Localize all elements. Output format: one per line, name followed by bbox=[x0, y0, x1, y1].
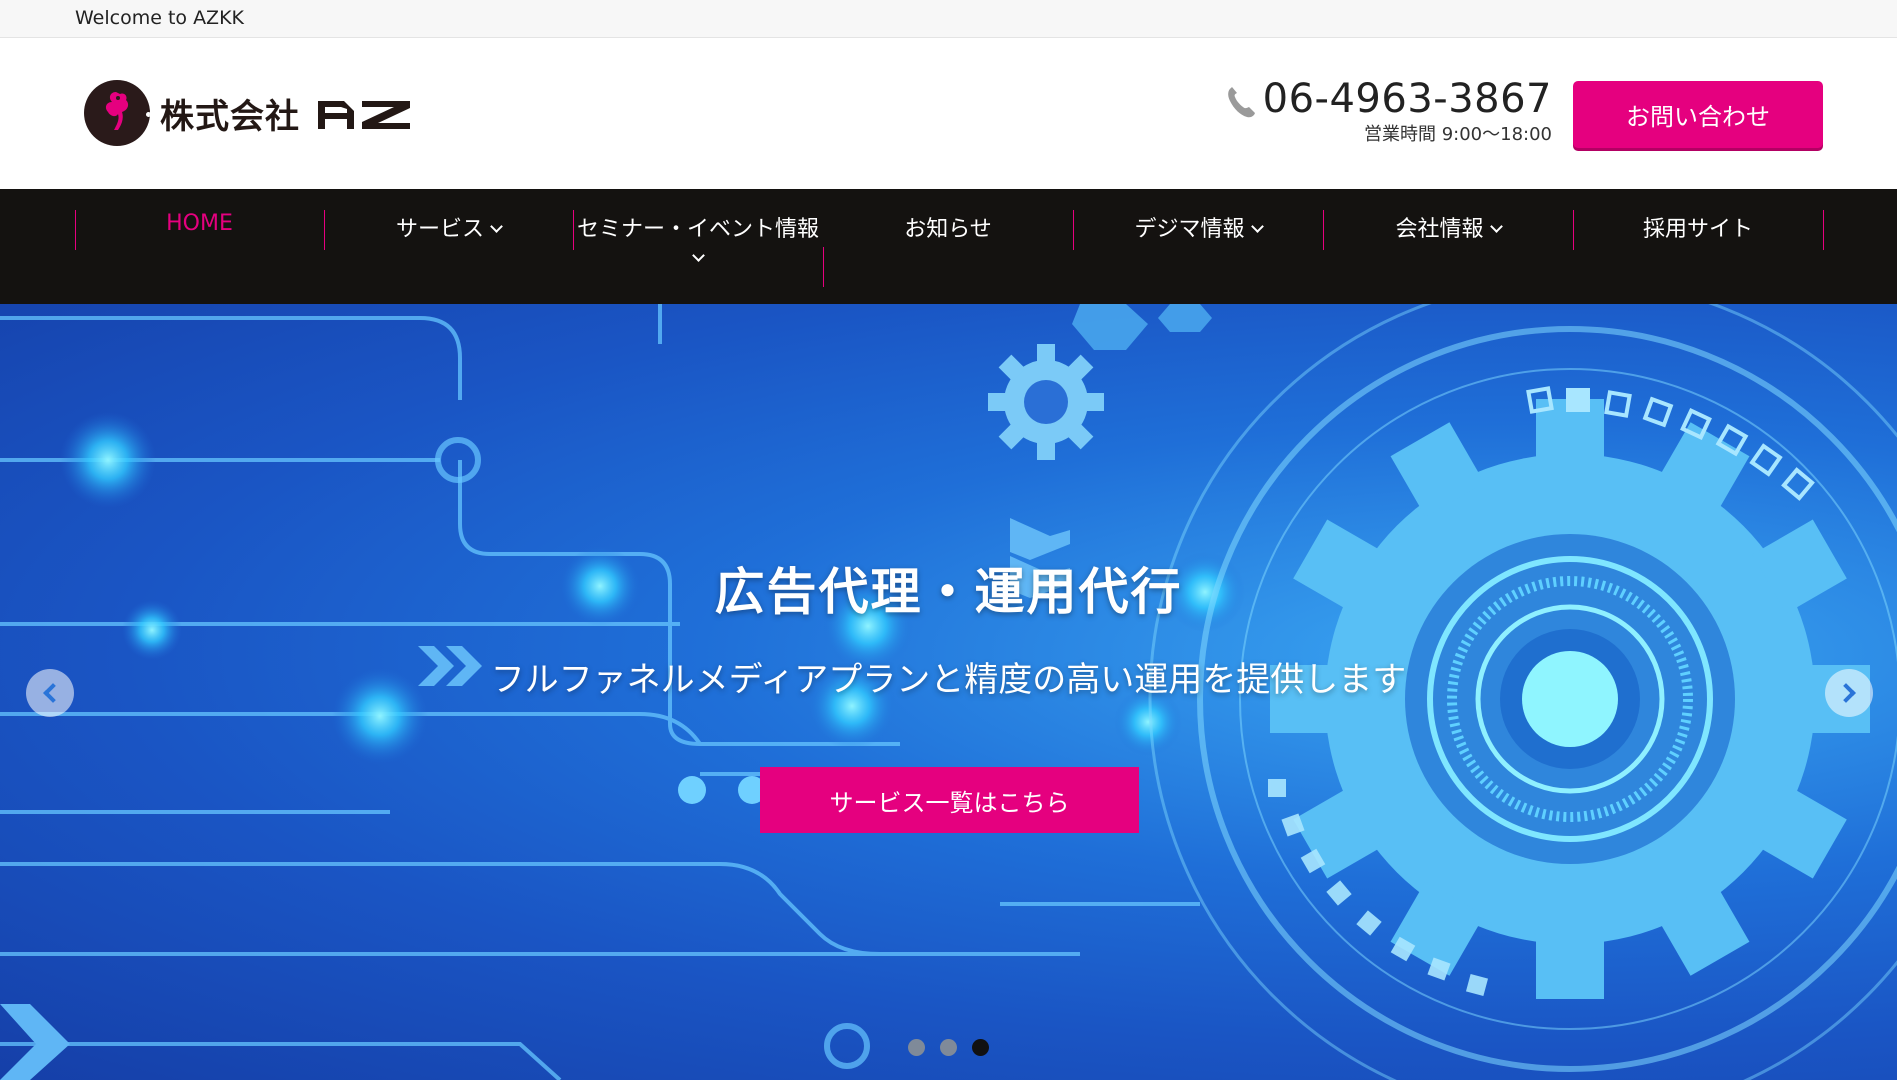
nav-item-recruit[interactable]: 採用サイト bbox=[1573, 189, 1823, 304]
nav-item-seminar[interactable]: セミナー・イベント情報 bbox=[573, 189, 823, 304]
nav-item-digima[interactable]: デジマ情報 bbox=[1073, 189, 1323, 304]
logo-az-mark bbox=[318, 101, 410, 129]
logo-bird-icon bbox=[84, 80, 150, 146]
site-header: 株式会社 06-4963-3867 営業時間 9:00～18:00 お問い合わせ bbox=[0, 38, 1897, 189]
slider-pagination bbox=[908, 1039, 989, 1056]
phone-icon bbox=[1227, 87, 1255, 118]
top-bar: Welcome to AZKK bbox=[0, 0, 1897, 38]
nav-label-seminar: セミナー・イベント情報 bbox=[576, 217, 819, 242]
phone-number[interactable]: 06-4963-3867 bbox=[1263, 76, 1552, 122]
nav-label-home: HOME bbox=[166, 211, 233, 236]
company-logo[interactable]: 株式会社 bbox=[84, 79, 414, 147]
nav-label-services: サービス bbox=[395, 217, 484, 242]
nav-item-home[interactable]: HOME bbox=[75, 189, 324, 304]
chevron-down-icon bbox=[490, 220, 503, 233]
chevron-down-icon bbox=[691, 249, 705, 262]
nav-label-news: お知らせ bbox=[904, 217, 992, 242]
slider-next-button[interactable] bbox=[1825, 669, 1873, 717]
hero-slider: 広告代理・運用代行 フルファネルメディアプランと精度の高い運用を提供します サー… bbox=[0, 304, 1897, 1080]
nav-label-digima: デジマ情報 bbox=[1134, 217, 1245, 242]
services-list-button[interactable]: サービス一覧はこちら bbox=[760, 767, 1139, 833]
nav-label-company: 会社情報 bbox=[1395, 217, 1484, 242]
slider-prev-button[interactable] bbox=[26, 669, 74, 717]
slider-dot[interactable] bbox=[940, 1039, 957, 1056]
slider-dot-active[interactable] bbox=[972, 1039, 989, 1056]
nav-item-services[interactable]: サービス bbox=[324, 189, 573, 304]
nav-label-recruit: 採用サイト bbox=[1642, 217, 1753, 242]
slider-dot[interactable] bbox=[908, 1039, 925, 1056]
chevron-down-icon bbox=[1489, 220, 1503, 233]
business-hours: 営業時間 9:00～18:00 bbox=[1363, 124, 1552, 145]
chevron-left-icon bbox=[43, 683, 63, 703]
nav-item-news[interactable]: お知らせ bbox=[823, 189, 1073, 304]
nav-separator bbox=[1823, 210, 1824, 250]
contact-button[interactable]: お問い合わせ bbox=[1573, 81, 1823, 148]
phone-block: 06-4963-3867 営業時間 9:00～18:00 bbox=[1225, 76, 1552, 146]
hero-subtitle: フルファネルメディアプランと精度の高い運用を提供します bbox=[490, 660, 1407, 700]
chevron-down-icon bbox=[1250, 220, 1264, 233]
hero-title: 広告代理・運用代行 bbox=[714, 563, 1183, 621]
welcome-text: Welcome to AZKK bbox=[75, 7, 244, 29]
nav-item-company[interactable]: 会社情報 bbox=[1323, 189, 1573, 304]
chevron-right-icon bbox=[1836, 683, 1856, 703]
main-nav: HOME サービス セミナー・イベント情報 お知らせ デジマ情報 会社情報 採用… bbox=[0, 189, 1897, 304]
logo-company-text: 株式会社 bbox=[160, 96, 300, 137]
